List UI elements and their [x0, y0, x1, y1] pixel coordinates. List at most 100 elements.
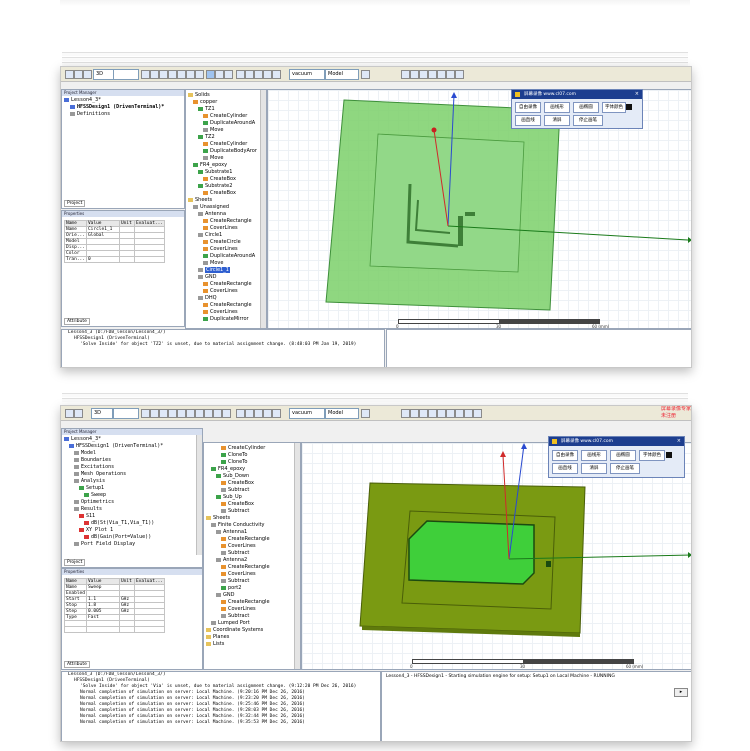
tool-icon[interactable]	[215, 70, 224, 79]
tree-item[interactable]: Antenna	[188, 211, 257, 218]
tool-icon[interactable]	[74, 409, 83, 418]
tree-item[interactable]: Planes	[206, 634, 270, 641]
tool-icon[interactable]	[272, 409, 281, 418]
tree-item[interactable]: dB(St(Via_T1,Via_T1))	[64, 520, 163, 527]
color-swatch[interactable]	[626, 104, 632, 110]
tool-icon[interactable]	[455, 70, 464, 79]
tree-item[interactable]: TZ1	[188, 106, 257, 113]
tool-icon[interactable]	[272, 70, 281, 79]
tool-icon[interactable]	[195, 409, 204, 418]
tree-item[interactable]: Solids	[188, 92, 257, 99]
tree-item[interactable]: DHQ	[188, 295, 257, 302]
tool-icon[interactable]	[150, 409, 159, 418]
tree-item[interactable]: dB(Gain(Port=Value))	[64, 534, 163, 541]
tree-item[interactable]: Circle1_1	[188, 267, 257, 274]
tree-item[interactable]: CreateCircle	[188, 239, 257, 246]
tree-item[interactable]: CreateRectangle	[206, 564, 270, 571]
tree-item[interactable]: Subtract	[206, 613, 270, 620]
play-icon[interactable]: ▸	[674, 688, 688, 697]
tree-item[interactable]: CoverLines	[188, 246, 257, 253]
tree-item[interactable]: Circle1	[188, 232, 257, 239]
tree-item[interactable]: CreateBox	[206, 480, 270, 487]
tree-item[interactable]: Antenna1	[206, 529, 270, 536]
tree-item[interactable]: CreateRectangle	[188, 302, 257, 309]
tool-icon[interactable]	[222, 409, 231, 418]
tree-item[interactable]: CreateCylinder	[188, 141, 257, 148]
tree-item[interactable]: S11	[64, 513, 163, 520]
tool-icon[interactable]	[401, 70, 410, 79]
tree-item[interactable]: DuplicateAroundA	[188, 253, 257, 260]
tree-item[interactable]: CreateRectangle	[188, 218, 257, 225]
im-button[interactable]: 自由录像	[515, 102, 541, 113]
tree-item[interactable]: FR4_epoxy	[206, 466, 270, 473]
im-button[interactable]: 停止画笔	[573, 115, 603, 126]
tree-item[interactable]: Move	[188, 155, 257, 162]
tool-icon[interactable]	[236, 70, 245, 79]
material-select[interactable]: vacuum	[289, 69, 325, 80]
tree-item[interactable]: CloneTo	[206, 452, 270, 459]
tree-item[interactable]: CloneTo	[206, 459, 270, 466]
tree-item[interactable]: Substrate2	[188, 183, 257, 190]
tree-item[interactable]: CreateCylinder	[206, 445, 270, 452]
attribute-tab[interactable]: Attribute	[64, 318, 90, 325]
table-row[interactable]: Tran... 0	[64, 256, 166, 263]
tree-item[interactable]: CreateBox	[188, 190, 257, 197]
tool-icon[interactable]	[245, 70, 254, 79]
tool-icon[interactable]	[236, 409, 245, 418]
tree-item[interactable]: CoverLines	[206, 543, 270, 550]
tree-item[interactable]: Results	[64, 506, 163, 513]
tree-item[interactable]: DuplicateAroundA	[188, 120, 257, 127]
view-3d-select[interactable]: 3D	[93, 69, 115, 80]
tree-item[interactable]: CreateBox	[206, 501, 270, 508]
close-icon[interactable]: ×	[677, 437, 681, 446]
tool-icon[interactable]	[177, 409, 186, 418]
tool-icon[interactable]	[410, 409, 419, 418]
table-row[interactable]	[64, 626, 166, 633]
im-button[interactable]: 清屏	[544, 115, 570, 126]
tool-icon[interactable]	[168, 409, 177, 418]
tree-item[interactable]: Boundaries	[64, 457, 163, 464]
tree-item[interactable]: CoverLines	[188, 225, 257, 232]
im-button[interactable]: 画椭圆	[610, 450, 636, 461]
tree-item[interactable]: Sub_Up	[206, 494, 270, 501]
color-swatch[interactable]	[666, 452, 672, 458]
tree-item[interactable]: Optimetrics	[64, 499, 163, 506]
tree-item[interactable]: port2	[206, 585, 270, 592]
tool-icon[interactable]	[65, 409, 74, 418]
tree-item[interactable]: Finite Conductivity	[206, 522, 270, 529]
tool-icon[interactable]	[186, 409, 195, 418]
tree-item[interactable]: Subtract	[206, 578, 270, 585]
tree-item[interactable]: Lesson4_3*	[64, 436, 163, 443]
tool-icon[interactable]	[361, 70, 370, 79]
tool-icon[interactable]	[263, 70, 272, 79]
plane-select[interactable]	[113, 69, 139, 80]
project-tab[interactable]: Project	[64, 559, 86, 566]
tree-item[interactable]: Lumped Port	[206, 620, 270, 627]
tool-icon[interactable]	[473, 409, 482, 418]
tree-item[interactable]: Lesson4_3*	[64, 97, 164, 104]
scrollbar[interactable]	[294, 443, 300, 669]
view-3d-select[interactable]: 3D	[91, 408, 113, 419]
tool-icon[interactable]	[401, 409, 410, 418]
tree-item[interactable]: CoverLines	[188, 309, 257, 316]
tree-item[interactable]: Excitations	[64, 464, 163, 471]
tree-item[interactable]: Subtract	[206, 550, 270, 557]
tool-icon[interactable]	[446, 409, 455, 418]
tree-item[interactable]: HFSSDesign1 (DrivenTerminal)*	[64, 104, 164, 111]
tool-icon[interactable]	[150, 70, 159, 79]
tree-item[interactable]: GND	[188, 274, 257, 281]
plane-select[interactable]	[113, 408, 139, 419]
tool-icon[interactable]	[224, 70, 233, 79]
tool-icon[interactable]	[141, 409, 150, 418]
tree-item[interactable]: Mesh Operations	[64, 471, 163, 478]
tree-item[interactable]: CreateRectangle	[206, 599, 270, 606]
tree-item[interactable]: Move	[188, 127, 257, 134]
tree-item[interactable]: Substrate1	[188, 169, 257, 176]
tree-item[interactable]: CreateCylinder	[188, 113, 257, 120]
tool-icon[interactable]	[204, 409, 213, 418]
tool-icon[interactable]	[168, 70, 177, 79]
tree-item[interactable]: Sheets	[206, 515, 270, 522]
tool-icon[interactable]	[446, 70, 455, 79]
im-button[interactable]: 画直线	[552, 463, 578, 474]
tool-icon[interactable]	[464, 409, 473, 418]
